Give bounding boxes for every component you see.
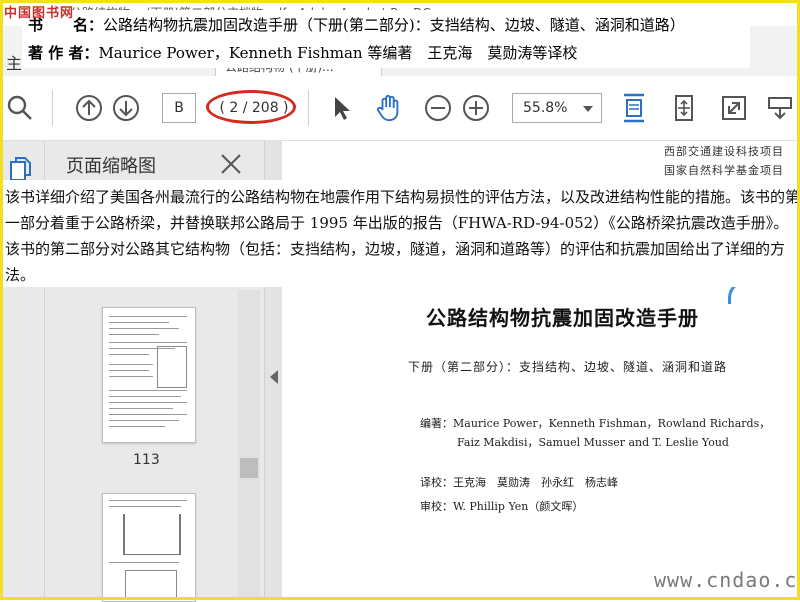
search-icon[interactable] — [6, 94, 34, 122]
document-translators: 译校：王克海 莫勋涛 孙永红 杨志峰 — [420, 476, 618, 489]
description-overlay: 该书详细介绍了美国各州最流行的公路结构物在地震作用下结构易损性的评估方法，以及改… — [0, 180, 800, 287]
book-description: 该书详细介绍了美国各州最流行的公路结构物在地震作用下结构易损性的评估方法，以及改… — [5, 188, 800, 284]
page-number-input[interactable]: B — [162, 93, 196, 123]
zoom-in-icon[interactable] — [462, 94, 490, 122]
toolbar-separator — [52, 90, 53, 126]
book-author-value: Maurice Power，Kenneth Fishman 等编著 王克海 莫勋… — [98, 44, 578, 62]
document-header-line: 国家自然科学基金项目 — [664, 164, 784, 177]
document-header: 西部交通建设科技项目 国家自然科学基金项目 — [664, 142, 784, 180]
pages-icon[interactable] — [8, 155, 34, 183]
page-thumbnail[interactable] — [102, 493, 196, 602]
select-cursor-icon[interactable] — [328, 94, 356, 122]
book-author-key: 著 作 者： — [28, 44, 99, 62]
document-editors: 编著：Maurice Power，Kenneth Fishman，Rowland… — [420, 417, 771, 430]
page-count: ( 2 / 208 ) — [219, 100, 289, 116]
thumbnail-page-label: 113 — [133, 452, 160, 468]
fit-width-icon[interactable] — [670, 94, 698, 122]
close-icon[interactable] — [220, 153, 242, 175]
book-author-row: 著 作 者：Maurice Power，Kenneth Fishman 等编著 … — [28, 42, 577, 63]
page-down-icon[interactable] — [112, 94, 140, 122]
tab-home[interactable]: 主 — [6, 50, 22, 74]
collapse-panel-icon[interactable] — [270, 370, 278, 384]
fit-page-icon[interactable] — [620, 93, 648, 123]
toolbar: B ( 2 / 208 ) 55.8% — [0, 76, 800, 141]
document-reviewer: 审校：W. Phillip Yen（颜文晖） — [420, 500, 584, 513]
document-subtitle: 下册（第二部分）：支挡结构、边坡、隧道、涵洞和道路 — [408, 360, 728, 374]
panel-scrollbar-thumb[interactable] — [240, 458, 258, 478]
zoom-select[interactable]: 55.8% — [512, 93, 602, 123]
full-screen-icon[interactable] — [720, 94, 748, 122]
zoom-out-icon[interactable] — [424, 94, 452, 122]
page-thumbnail[interactable] — [102, 307, 196, 443]
site-logo: 中国图书网 — [4, 6, 75, 21]
book-title-value: 公路结构物抗震加固改造手册（下册(第二部分)：支挡结构、边坡、隧道、涵洞和道路） — [103, 16, 685, 34]
document-editors-cont: Faiz Makdisi，Samuel Musser and T. Leslie… — [457, 436, 729, 449]
toolbar-separator — [308, 90, 309, 126]
chevron-down-icon — [583, 106, 593, 112]
book-title-row: 书 名：公路结构物抗震加固改造手册（下册(第二部分)：支挡结构、边坡、隧道、涵洞… — [28, 14, 685, 35]
document-header-line: 西部交通建设科技项目 — [664, 145, 784, 158]
zoom-value: 55.8% — [523, 100, 568, 116]
site-watermark: www.cndao.com — [654, 568, 800, 592]
page-up-icon[interactable] — [75, 94, 103, 122]
panel-scrollbar[interactable] — [238, 290, 260, 600]
panel-title: 页面缩略图 — [66, 156, 156, 177]
hand-tool-icon[interactable] — [375, 94, 403, 122]
scroll-mode-icon[interactable] — [766, 94, 794, 122]
book-info-overlay: 书 名：公路结构物抗震加固改造手册（下册(第二部分)：支挡结构、边坡、隧道、涵洞… — [22, 10, 750, 68]
document-title: 公路结构物抗震加固改造手册 — [426, 306, 699, 330]
